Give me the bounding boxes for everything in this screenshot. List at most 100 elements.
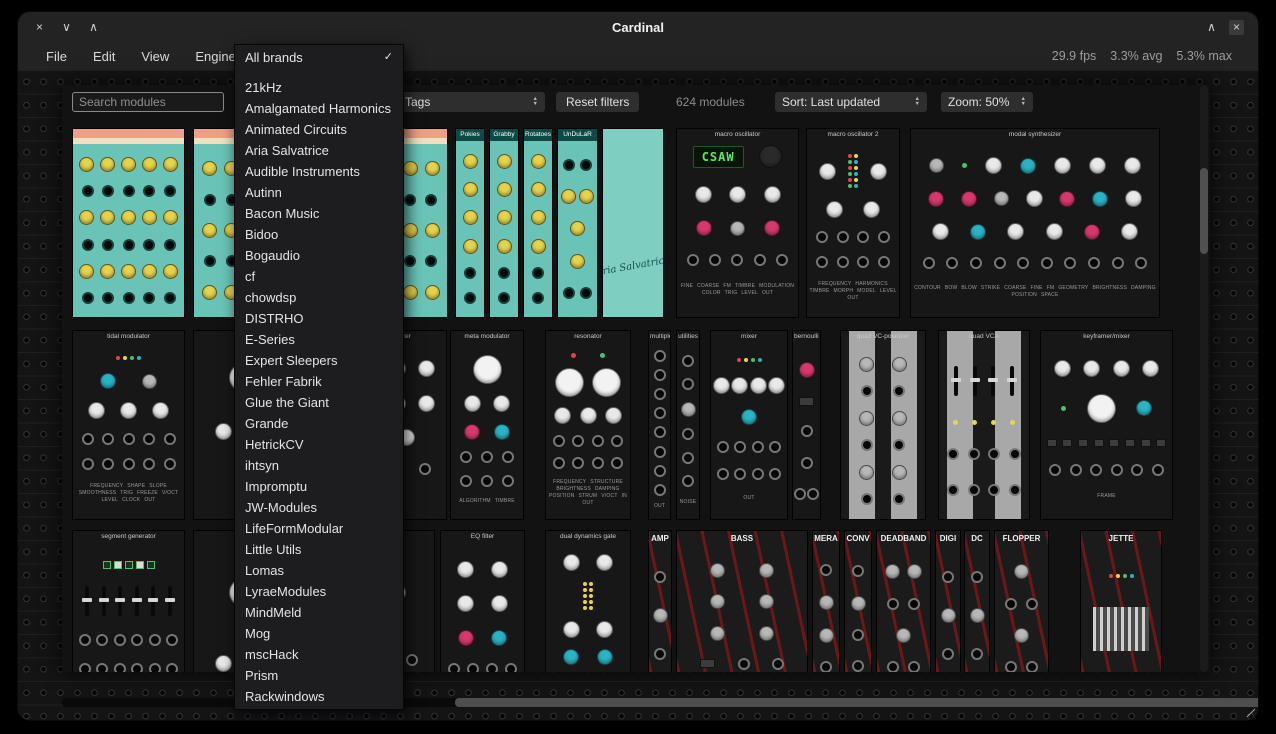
module-rotatoes[interactable]: Rotatoes bbox=[523, 128, 553, 318]
hscrollbar-thumb[interactable] bbox=[455, 698, 1258, 707]
control-row bbox=[524, 210, 552, 225]
menu-item-impromptu[interactable]: Impromptu bbox=[235, 476, 403, 497]
menu-item-mog[interactable]: Mog bbox=[235, 623, 403, 644]
knob bbox=[418, 360, 435, 377]
jack bbox=[968, 484, 980, 496]
module-conv[interactable]: CONVCV bbox=[844, 530, 872, 672]
jack bbox=[852, 565, 864, 577]
menu-item-grande[interactable]: Grande bbox=[235, 413, 403, 434]
menu-item-all-brands[interactable]: All brands✓ bbox=[235, 47, 403, 68]
module-amp[interactable]: AMPCVIN bbox=[648, 530, 672, 672]
menu-item-mschack[interactable]: mscHack bbox=[235, 644, 403, 665]
module-tidal-modulator[interactable]: tidal modulatorFREQUENCYSHAPESLOPESMOOTH… bbox=[72, 330, 185, 520]
menu-item-little-utils[interactable]: Little Utils bbox=[235, 539, 403, 560]
menu-item-lifeformmodular[interactable]: LifeFormModular bbox=[235, 518, 403, 539]
module-labels: FREQUENCYSHAPESLOPESMOOTHNESSTRIGFREEZEV… bbox=[73, 483, 184, 506]
close-icon[interactable]: × bbox=[32, 20, 47, 35]
module-panel[interactable]: Aria Salvatrice bbox=[602, 128, 664, 318]
menu-item-audible-instruments[interactable]: Audible Instruments bbox=[235, 161, 403, 182]
knob bbox=[710, 626, 725, 641]
menu-item-lyraemodules[interactable]: LyraeModules bbox=[235, 581, 403, 602]
module-undular[interactable]: UnDuLaR bbox=[557, 128, 598, 318]
module-pokies[interactable]: Pokies bbox=[455, 128, 485, 318]
knob bbox=[1026, 190, 1043, 207]
menu-item-distrho[interactable]: DISTRHO bbox=[235, 308, 403, 329]
menu-item-bidoo[interactable]: Bidoo bbox=[235, 224, 403, 245]
module-meta-modulator[interactable]: meta modulatorALGORITHMTIMBRE bbox=[450, 330, 524, 520]
module-grabby[interactable]: Grabby bbox=[489, 128, 519, 318]
module-panel[interactable] bbox=[72, 128, 185, 318]
menu-item-glue-the-giant[interactable]: Glue the Giant bbox=[235, 392, 403, 413]
menu-item-expert-sleepers[interactable]: Expert Sleepers bbox=[235, 350, 403, 371]
menu-item-bacon-music[interactable]: Bacon Music bbox=[235, 203, 403, 224]
menu-item-lomas[interactable]: Lomas bbox=[235, 560, 403, 581]
module-eq-filter[interactable]: EQ filterFREQGAIN bbox=[440, 530, 525, 672]
module-mixer[interactable]: mixerOUT bbox=[710, 330, 788, 520]
module-dual-dynamics-gate[interactable]: dual dynamics gateSHAPEMODEXCITEIN bbox=[545, 530, 631, 672]
module-dc[interactable]: DCCV bbox=[964, 530, 990, 672]
control-row bbox=[807, 201, 899, 218]
module-mera[interactable]: MERACV bbox=[812, 530, 840, 672]
module-bass[interactable]: BASSCUTOFFRESONANCEDECAYENVMODACCENTGATE… bbox=[676, 530, 808, 672]
vscrollbar-thumb[interactable] bbox=[1200, 168, 1208, 254]
browser-vscrollbar[interactable] bbox=[1200, 85, 1208, 672]
menu-item-cf[interactable]: cf bbox=[235, 266, 403, 287]
module-utilities[interactable]: utilitiesNOISE bbox=[676, 330, 700, 520]
unshade-icon[interactable]: ∧ bbox=[86, 20, 101, 35]
menu-item-animated-circuits[interactable]: Animated Circuits bbox=[235, 119, 403, 140]
module-segment-generator[interactable]: segment generatorTIME/LEVELGATE bbox=[72, 530, 185, 672]
menubar-item-edit[interactable]: Edit bbox=[93, 49, 115, 64]
menu-item-aria-salvatrice[interactable]: Aria Salvatrice bbox=[235, 140, 403, 161]
module-jette[interactable]: JETTE bbox=[1080, 530, 1162, 672]
menubar-item-file[interactable]: File bbox=[46, 49, 67, 64]
control-row bbox=[649, 407, 670, 419]
menu-item-hetrickcv[interactable]: HetrickCV bbox=[235, 434, 403, 455]
close-icon[interactable]: × bbox=[1229, 20, 1244, 35]
module-title: EQ filter bbox=[441, 531, 524, 543]
module-macro-oscillator-2[interactable]: macro oscillator 2FREQUENCYHARMONICSTIMB… bbox=[806, 128, 900, 318]
knob bbox=[1059, 191, 1075, 207]
menu-item-amalgamated-harmonics[interactable]: Amalgamated Harmonics bbox=[235, 98, 403, 119]
menu-item-jw-modules[interactable]: JW-Modules bbox=[235, 497, 403, 518]
jack bbox=[464, 292, 476, 304]
module-macro-oscillator[interactable]: macro oscillatorCSAWFINECOARSEFMTIMBREMO… bbox=[676, 128, 799, 318]
shade-icon[interactable]: ∨ bbox=[59, 20, 74, 35]
menu-item-e-series[interactable]: E-Series bbox=[235, 329, 403, 350]
menu-item-21khz[interactable]: 21kHz bbox=[235, 77, 403, 98]
menu-item-ihtsyn[interactable]: ihtsyn bbox=[235, 455, 403, 476]
menu-item-autinn[interactable]: Autinn bbox=[235, 182, 403, 203]
module-controls: CONTOURBOWBLOWSTRIKECOARSEFINEFMGEOMETRY… bbox=[911, 141, 1159, 317]
menu-item-chowdsp[interactable]: chowdsp bbox=[235, 287, 403, 308]
menu-item-bogaudio[interactable]: Bogaudio bbox=[235, 245, 403, 266]
module-multiples[interactable]: multiplesOUT bbox=[648, 330, 671, 520]
fader bbox=[991, 366, 995, 396]
rollup-icon[interactable]: ∧ bbox=[1204, 20, 1219, 35]
brand-filter-select[interactable]: Tags ▲▼ bbox=[398, 92, 545, 112]
menu-item-rackwindows[interactable]: Rackwindows bbox=[235, 686, 403, 707]
zoom-select[interactable]: Zoom: 50% ▲▼ bbox=[941, 92, 1033, 112]
module-deadband[interactable]: DEADBANDWIDTHGAP bbox=[876, 530, 931, 672]
module-bernoulli-gate[interactable]: bernoulli gate bbox=[792, 330, 821, 520]
menu-item-fehler-fabrik[interactable]: Fehler Fabrik bbox=[235, 371, 403, 392]
module-digi[interactable]: DIGICV bbox=[935, 530, 961, 672]
menubar-item-engine[interactable]: Engine bbox=[195, 49, 235, 64]
jack bbox=[123, 185, 135, 197]
control-row bbox=[546, 582, 630, 610]
module-quad-vca[interactable]: quad VCA bbox=[938, 330, 1030, 520]
menu-item-prism[interactable]: Prism bbox=[235, 665, 403, 686]
knob bbox=[759, 145, 782, 168]
jack bbox=[481, 451, 493, 463]
module-flopper[interactable]: FLOPPERCV bbox=[994, 530, 1049, 672]
reset-filters-button[interactable]: Reset filters bbox=[556, 92, 639, 112]
menu-item-mindmeld[interactable]: MindMeld bbox=[235, 602, 403, 623]
module-controls: CV bbox=[813, 546, 839, 672]
menubar-item-view[interactable]: View bbox=[141, 49, 169, 64]
search-input[interactable] bbox=[72, 92, 224, 112]
module-keyframer-mixer[interactable]: keyframer/mixerFRAME bbox=[1040, 330, 1173, 520]
module-resonator[interactable]: resonatorFREQUENCYSTRUCTUREBRIGHTNESSDAM… bbox=[545, 330, 631, 520]
knob bbox=[863, 201, 880, 218]
module-quad-vc-polarizer[interactable]: quad VC-polarizer bbox=[840, 330, 926, 520]
jack bbox=[654, 426, 666, 438]
module-modal-synthesizer[interactable]: modal synthesizerCONTOURBOWBLOWSTRIKECOA… bbox=[910, 128, 1160, 318]
sort-select[interactable]: Sort: Last updated ▲▼ bbox=[775, 92, 927, 112]
